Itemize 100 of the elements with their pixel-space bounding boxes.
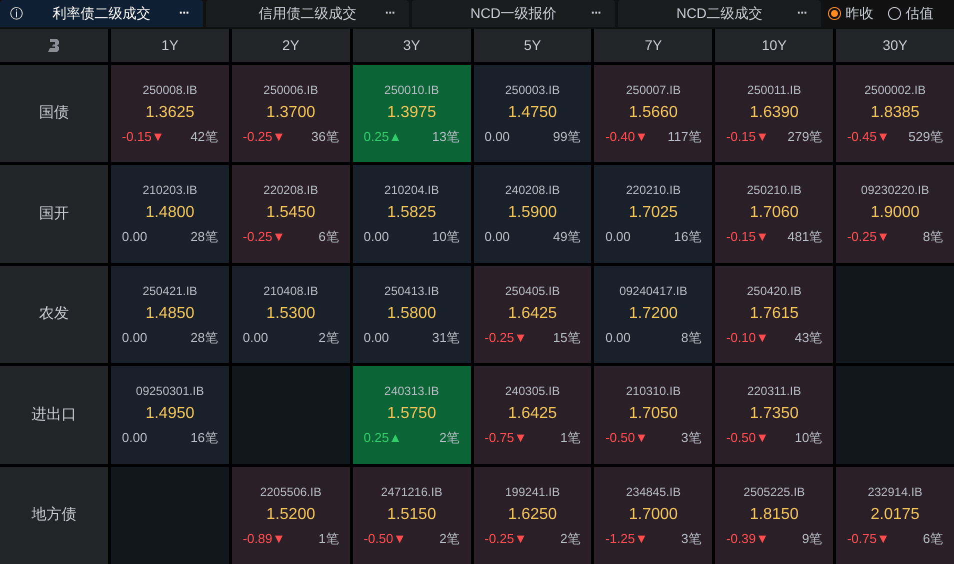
yield-value: 2.0175 xyxy=(870,504,920,525)
yield-change: -0.25▼ xyxy=(242,128,286,146)
yield-value: 1.5300 xyxy=(266,304,316,324)
yield-change: -0.15▼ xyxy=(726,128,769,146)
bond-code: 250405.IB xyxy=(505,282,560,300)
bond-code: 220208.IB xyxy=(263,182,318,200)
quote-cell[interactable]: 250413.IB 1.5800 0.00 31笔 xyxy=(352,266,471,364)
quote-cell[interactable]: 240313.IB 1.5750 0.25▲ 2笔 xyxy=(352,366,471,464)
quote-cell[interactable] xyxy=(232,366,350,464)
yield-change: -0.25▼ xyxy=(847,228,890,246)
quote-cell[interactable]: 199241.IB 1.6250 -0.25▼ 2笔 xyxy=(474,466,592,564)
yield-value: 1.6425 xyxy=(508,304,557,324)
trade-count: 16笔 xyxy=(674,228,702,246)
bond-code: 250008.IB xyxy=(142,82,198,99)
tab[interactable]: ⓘ 利率债二级成交 ··· xyxy=(0,0,203,27)
quote-cell[interactable]: 250011.IB 1.6390 -0.15▼ 279笔 xyxy=(715,65,834,162)
quote-cell[interactable] xyxy=(836,266,954,364)
yield-change: 0.00 xyxy=(605,228,631,246)
quote-cell[interactable]: 220311.IB 1.7350 -0.50▼ 10笔 xyxy=(715,366,834,464)
trade-count: 3笔 xyxy=(681,429,702,448)
radio-icon[interactable] xyxy=(888,7,900,20)
yield-change: -0.15▼ xyxy=(726,228,769,246)
radio-option[interactable]: 估值 xyxy=(888,3,934,24)
tab[interactable]: 信用债二级成交 ··· xyxy=(206,0,409,27)
quote-cell[interactable]: 250405.IB 1.6425 -0.25▼ 15笔 xyxy=(474,266,592,364)
radio-option[interactable]: 昨收 xyxy=(828,3,874,24)
yield-change: -0.25▼ xyxy=(484,530,527,548)
tab[interactable]: NCD二级成交 ··· xyxy=(618,0,821,27)
quote-cell[interactable]: 2500002.IB 1.8385 -0.45▼ 529笔 xyxy=(836,65,954,162)
quote-cell[interactable]: 250421.IB 1.4850 0.00 28笔 xyxy=(111,266,229,364)
more-icon[interactable]: ··· xyxy=(179,3,189,22)
quote-cell[interactable]: 250006.IB 1.3700 -0.25▼ 36笔 xyxy=(232,65,350,162)
yield-change: -0.75▼ xyxy=(847,530,890,548)
quote-cell[interactable]: 2505225.IB 1.8150 -0.39▼ 9笔 xyxy=(715,466,834,564)
yield-value: 1.9000 xyxy=(870,203,920,224)
quote-cell[interactable]: 210310.IB 1.7050 -0.50▼ 3笔 xyxy=(594,366,712,464)
quote-cell[interactable]: 210204.IB 1.5825 0.00 10笔 xyxy=(352,165,471,263)
yield-value: 1.5150 xyxy=(387,504,436,525)
yield-value: 1.5750 xyxy=(387,404,436,424)
trade-count: 2笔 xyxy=(439,530,460,548)
trade-count: 31笔 xyxy=(432,328,460,347)
yield-value: 1.4850 xyxy=(145,304,194,324)
quote-cell[interactable]: 250210.IB 1.7060 -0.15▼ 481笔 xyxy=(715,165,834,263)
more-icon[interactable]: ··· xyxy=(797,3,807,22)
bond-code: 09240417.IB xyxy=(619,282,688,300)
more-icon[interactable]: ··· xyxy=(591,3,601,22)
yield-value: 1.5825 xyxy=(387,203,436,224)
trade-count: 15笔 xyxy=(553,328,580,347)
yield-value: 1.3700 xyxy=(266,102,316,123)
quote-cell[interactable]: 250010.IB 1.3975 0.25▲ 13笔 xyxy=(352,65,471,162)
bond-code: 220311.IB xyxy=(747,383,802,400)
quote-cell[interactable]: 09240417.IB 1.7200 0.00 8笔 xyxy=(594,266,712,364)
quote-cell[interactable]: 234845.IB 1.7000 -1.25▼ 3笔 xyxy=(594,466,712,564)
quote-cell[interactable]: 250420.IB 1.7615 -0.10▼ 43笔 xyxy=(715,266,834,364)
quote-cell[interactable]: 250007.IB 1.5660 -0.40▼ 117笔 xyxy=(594,65,712,162)
trade-count: 99笔 xyxy=(553,128,580,146)
yield-value: 1.3975 xyxy=(387,102,436,123)
yield-change: -0.50▼ xyxy=(726,429,769,448)
yield-value: 1.6390 xyxy=(750,102,799,123)
logo-icon xyxy=(47,39,61,52)
bond-code: 09230220.IB xyxy=(861,182,930,200)
yield-value: 1.7025 xyxy=(628,203,678,224)
yield-value: 1.7000 xyxy=(628,504,678,525)
radio-icon[interactable] xyxy=(828,7,840,20)
bond-code: 250210.IB xyxy=(746,182,802,200)
bond-code: 250007.IB xyxy=(626,82,681,99)
bond-code: 234845.IB xyxy=(626,484,681,501)
yield-change: -0.25▼ xyxy=(242,228,286,246)
yield-change: -0.75▼ xyxy=(484,429,527,448)
quote-cell[interactable]: 240208.IB 1.5900 0.00 49笔 xyxy=(474,165,592,263)
yield-value: 1.6250 xyxy=(508,504,557,525)
quote-cell[interactable]: 250003.IB 1.4750 0.00 99笔 xyxy=(474,65,592,162)
quote-cell[interactable]: 232914.IB 2.0175 -0.75▼ 6笔 xyxy=(836,466,954,564)
quote-cell[interactable] xyxy=(111,466,229,564)
quote-cell[interactable] xyxy=(836,366,954,464)
yield-change: 0.00 xyxy=(484,228,510,246)
bond-code: 210310.IB xyxy=(626,383,681,400)
quote-cell[interactable]: 220208.IB 1.5450 -0.25▼ 6笔 xyxy=(232,165,350,263)
trade-count: 1笔 xyxy=(560,429,580,448)
yield-value: 1.7615 xyxy=(750,304,799,324)
yield-change: 0.00 xyxy=(364,328,389,347)
quote-cell[interactable]: 2471216.IB 1.5150 -0.50▼ 2笔 xyxy=(352,466,471,564)
quote-cell[interactable]: 2205506.IB 1.5200 -0.89▼ 1笔 xyxy=(232,466,350,564)
trade-count: 2笔 xyxy=(318,328,339,347)
bond-code: 2500002.IB xyxy=(864,82,926,99)
quote-cell[interactable]: 240305.IB 1.6425 -0.75▼ 1笔 xyxy=(474,366,592,464)
quote-cell[interactable]: 220210.IB 1.7025 0.00 16笔 xyxy=(594,165,712,263)
quote-cell[interactable]: 210408.IB 1.5300 0.00 2笔 xyxy=(232,266,350,364)
column-header: 5Y xyxy=(524,36,542,55)
yield-change: -0.39▼ xyxy=(726,530,769,548)
tab[interactable]: NCD一级报价 ··· xyxy=(412,0,615,27)
bond-code: 250420.IB xyxy=(746,282,802,300)
trade-count: 36笔 xyxy=(311,128,339,146)
column-header: 3Y xyxy=(403,36,420,55)
more-icon[interactable]: ··· xyxy=(385,3,395,22)
quote-cell[interactable]: 09230220.IB 1.9000 -0.25▼ 8笔 xyxy=(836,165,954,263)
quote-cell[interactable]: 210203.IB 1.4800 0.00 28笔 xyxy=(111,165,229,263)
quote-cell[interactable]: 09250301.IB 1.4950 0.00 16笔 xyxy=(111,366,229,464)
quote-cell[interactable]: 250008.IB 1.3625 -0.15▼ 42笔 xyxy=(111,65,229,162)
yield-change: 0.00 xyxy=(122,429,148,448)
